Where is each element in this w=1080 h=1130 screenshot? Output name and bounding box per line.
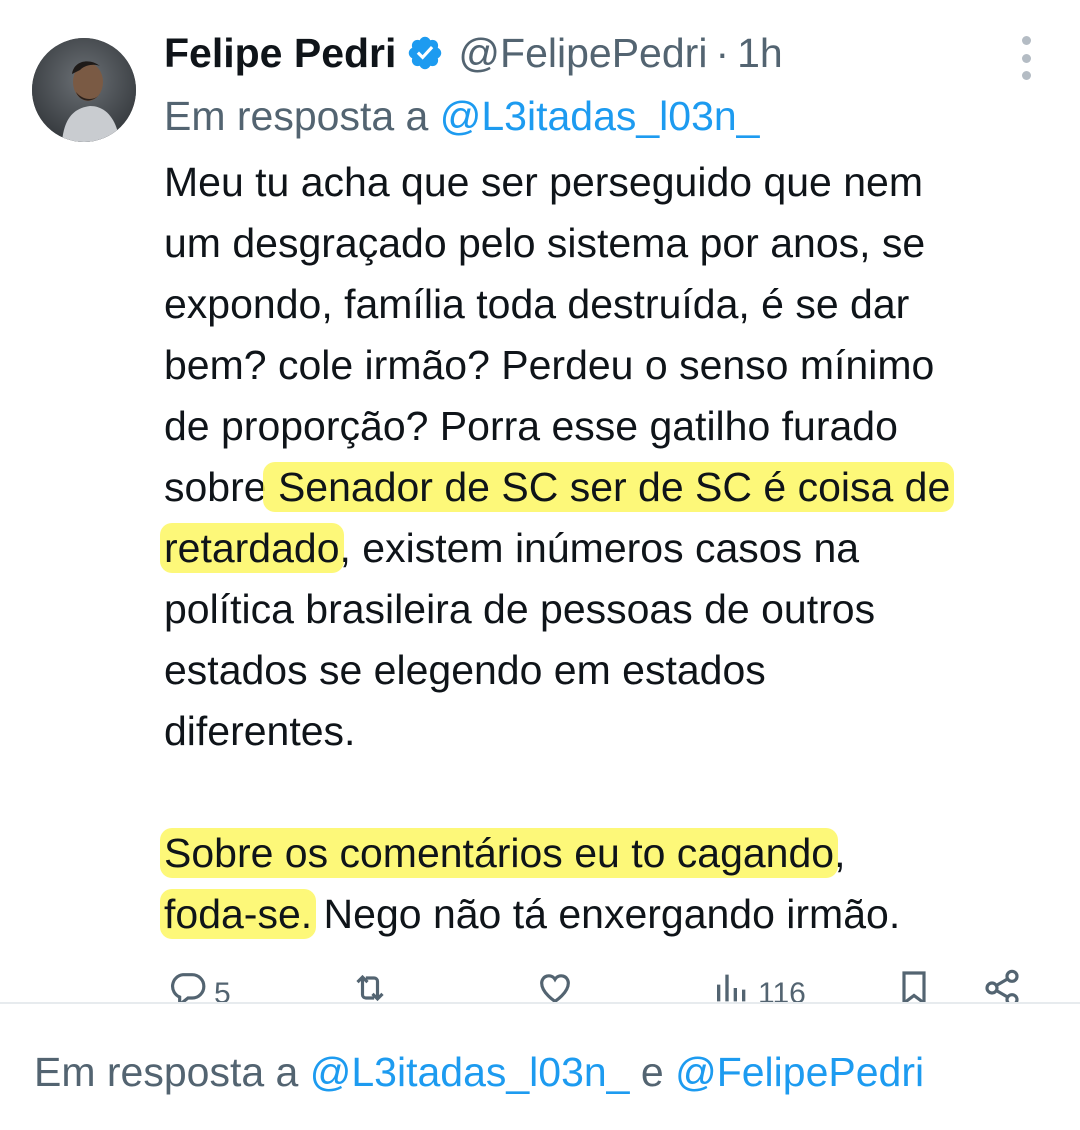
body-line: política brasileira de pessoas de outros [164,579,1064,640]
divider [0,1002,1080,1004]
reply-prefix: Em resposta a [164,93,440,139]
reply-context: Em resposta a @L3itadas_l03n_ [164,88,760,144]
views-count: 116 [758,977,806,1002]
bookmark-button[interactable] [894,968,934,1002]
bookmark-icon [902,971,926,1002]
avatar[interactable] [32,38,136,142]
body-text: expondo, família toda destruída, é se da… [164,281,910,327]
footer-joiner: e [629,1049,676,1095]
highlighted-text: Sobre os comentários eu to cagando [160,828,839,878]
reply-button[interactable]: 5 [168,968,231,1002]
body-line: estados se elegendo em estados [164,640,1064,701]
author-handle[interactable]: @FelipePedri [458,24,707,82]
like-icon [540,974,570,1002]
footer-mention-2[interactable]: @FelipePedri [675,1049,924,1095]
share-icon [985,969,1019,1002]
like-button[interactable] [535,968,575,1002]
body-text: , [834,830,846,876]
views-button[interactable]: 116 [712,968,806,1002]
body-text: Meu tu acha que ser perseguido que nem [164,159,924,205]
verified-badge-icon [409,36,442,70]
tweet[interactable]: Felipe Pedri @FelipePedri · 1h Em respos… [0,0,1080,1002]
footer-prefix: Em resposta a [34,1049,310,1095]
reply-icon [171,973,206,1002]
body-line: expondo, família toda destruída, é se da… [164,274,1064,335]
body-line: de proporção? Porra esse gatilho furado [164,396,1064,457]
reply-mention-link[interactable]: @L3itadas_l03n_ [440,93,760,139]
body-line: Meu tu acha que ser perseguido que nem [164,152,1064,213]
body-text: sobre [164,464,267,510]
body-text: , existem inúmeros casos na [339,525,860,571]
body-text: Nego não tá enxergando irmão. [312,891,901,937]
body-text: estados se elegendo em estados [164,647,766,693]
next-reply-context: Em resposta a @L3itadas_l03n_ e @FelipeP… [34,1040,924,1104]
body-text: de proporção? Porra esse gatilho furado [164,403,898,449]
separator-dot: · [715,30,730,76]
body-text: política brasileira de pessoas de outros [164,586,876,632]
body-line: foda-se. Nego não tá enxergando irmão. [160,884,1064,945]
body-text: um desgraçado pelo sistema por anos, se [164,220,926,266]
body-text: bem? cole irmão? Perdeu o senso mínimo [164,342,935,388]
body-line: bem? cole irmão? Perdeu o senso mínimo [164,335,1064,396]
highlighted-text: retardado [160,523,344,573]
action-bar: 5 116 [0,968,1080,1002]
reply-count: 5 [214,977,231,1002]
tweet-body: Meu tu acha que ser perseguido que nem um… [160,152,1064,945]
author-name[interactable]: Felipe Pedri [164,24,396,82]
body-line: um desgraçado pelo sistema por anos, se [164,213,1064,274]
more-options-icon[interactable] [1008,36,1044,80]
share-button[interactable] [982,968,1022,1002]
body-line: retardado, existem inúmeros casos na [160,518,1064,579]
body-line: sobre Senador de SC ser de SC é coisa de [164,457,1064,518]
retweet-icon [356,974,384,1002]
retweet-button[interactable] [350,968,390,1002]
highlighted-text: Senador de SC ser de SC é coisa de [262,462,955,512]
body-text: diferentes. [164,708,356,754]
avatar-photo [32,38,136,142]
views-icon [717,974,746,1002]
footer-mention-1[interactable]: @L3itadas_l03n_ [310,1049,630,1095]
body-line: Sobre os comentários eu to cagando, [160,823,1064,884]
highlighted-text: foda-se. [160,889,317,939]
body-line: diferentes. [164,701,1064,762]
tweet-header: Felipe Pedri @FelipePedri · 1h [164,24,783,82]
timestamp[interactable]: 1h [737,24,783,82]
